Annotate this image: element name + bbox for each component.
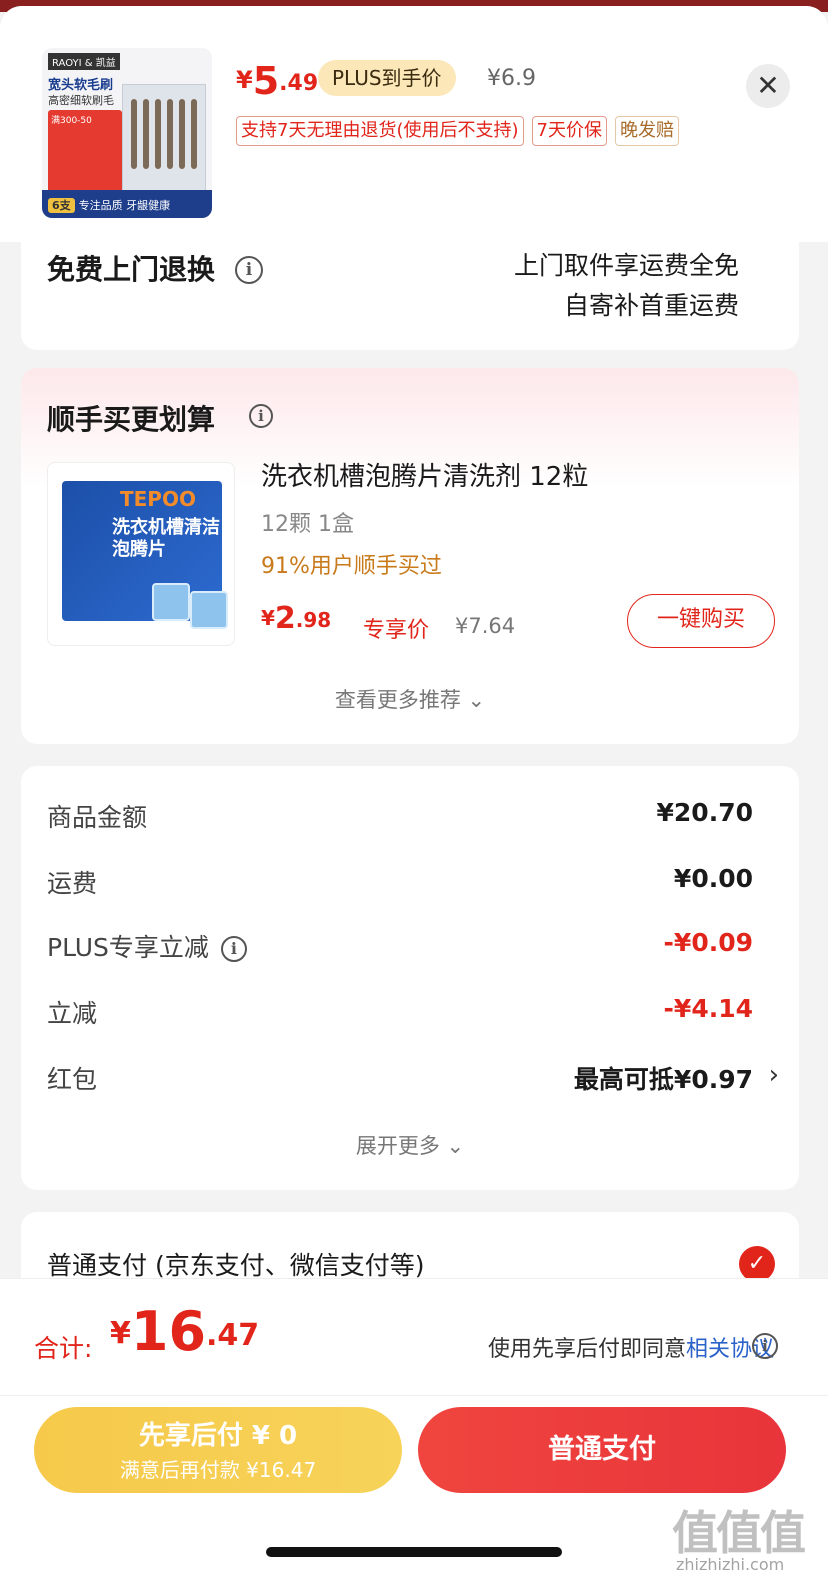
home-indicator[interactable] — [266, 1547, 562, 1557]
addon-recommendation-card: 顺手买更划算 i TEPOO 洗衣机槽清洁泡腾片 洗衣机槽泡腾片清洗剂 12粒 … — [21, 368, 799, 744]
addon-product-name[interactable]: 洗衣机槽泡腾片清洗剂 12粒 — [261, 456, 588, 493]
close-icon: ✕ — [756, 69, 780, 102]
bnpl-line2: 满意后再付款 ¥16.47 — [119, 1458, 317, 1482]
brush-shape — [155, 99, 161, 169]
thumb-bottom-bar: 6支 专注品质 牙龈健康 — [42, 190, 212, 218]
brush-shape — [167, 99, 173, 169]
summary-row-goods-amount: 商品金额 ¥20.70 — [47, 798, 773, 838]
summary-value: ¥0.00 — [673, 864, 753, 893]
addon-logo: TEPOO — [120, 487, 196, 511]
original-price: ¥6.9 — [487, 66, 536, 91]
summary-label-wrap: PLUS专享立减 i — [47, 928, 247, 964]
addon-price-decimal: .98 — [295, 608, 332, 632]
more-recommendations-link[interactable]: 查看更多推荐 ⌄ — [21, 684, 799, 714]
return-service-line2: 自寄补首重运费 — [563, 291, 739, 320]
tablet-shape — [152, 583, 190, 621]
price-summary-card: 商品金额 ¥20.70 运费 ¥0.00 PLUS专享立减 i -¥0.09 立减… — [21, 766, 799, 1190]
total-decimal: .47 — [206, 1318, 260, 1353]
thumb-brand: RAOYI & 凯益 — [48, 53, 120, 70]
return-service-card[interactable]: 免费上门退换 i 上门取件享运费全免 自寄补首重运费 — [21, 236, 799, 350]
addon-title: 顺手买更划算 — [47, 403, 216, 436]
summary-row-discount: 立减 -¥4.14 — [47, 994, 773, 1034]
normal-pay-button[interactable]: 普通支付 — [418, 1407, 786, 1493]
agreement-prefix: 使用先享后付即同意 — [487, 1337, 686, 1362]
summary-value: 最高可抵¥0.97 — [573, 1065, 753, 1094]
watermark-url: zhizhizhi.com — [676, 1555, 785, 1574]
price-decimal: .49 — [279, 71, 319, 96]
addon-price: ¥ 2 .98 — [261, 604, 331, 634]
total-currency: ¥ — [110, 1316, 131, 1351]
addon-buyers-rate: 91%用户顺手买过 — [261, 554, 442, 579]
payment-method-label: 普通支付 (京东支付、微信支付等) — [47, 1251, 425, 1280]
info-icon[interactable]: i — [752, 1333, 778, 1359]
price-currency: ¥ — [236, 66, 253, 94]
bnpl-line1: 先享后付 ¥ 0 — [138, 1421, 298, 1451]
addon-price-currency: ¥ — [261, 606, 275, 630]
summary-label: PLUS专享立减 — [47, 933, 209, 962]
summary-label: 红包 — [47, 1065, 98, 1094]
checkmark-icon[interactable]: ✓ — [739, 1246, 775, 1282]
service-tag-late-compensation: 晚发赔 — [614, 116, 679, 146]
divider — [0, 1395, 828, 1396]
brush-shape — [191, 99, 197, 169]
checkout-sheet: RAOYI & 凯益 宽头软毛刷 高密细软刷毛 满300-50 6支 专注品质 牙… — [0, 6, 828, 1584]
agreement-text: 使用先享后付即同意相关协议 — [488, 1331, 774, 1363]
tablet-shape — [190, 591, 228, 629]
product-thumbnail[interactable]: RAOYI & 凯益 宽头软毛刷 高密细软刷毛 满300-50 6支 专注品质 牙… — [42, 48, 212, 218]
thumb-subtitle: 高密细软刷毛 — [48, 94, 114, 107]
chevron-right-icon: › — [768, 1060, 779, 1090]
summary-label: 立减 — [47, 999, 98, 1028]
summary-label: 商品金额 — [47, 803, 148, 832]
summary-value: ¥20.70 — [656, 798, 753, 827]
summary-label: 运费 — [47, 869, 98, 898]
thumb-promo: 满300-50 — [51, 116, 92, 126]
brush-shape — [143, 99, 149, 169]
summary-row-plus-discount: PLUS专享立减 i -¥0.09 — [47, 928, 773, 968]
thumb-slogan: 专注品质 牙龈健康 — [78, 199, 171, 212]
return-service-title: 免费上门退换 — [47, 253, 216, 286]
return-service-line1: 上门取件享运费全免 — [513, 251, 739, 280]
summary-value: -¥0.09 — [663, 928, 753, 957]
thumb-count: 6支 — [48, 198, 75, 213]
total-amount: ¥ 16 .47 — [110, 1305, 259, 1359]
one-click-buy-button[interactable]: 一键购买 — [627, 594, 775, 648]
service-tags: 支持7天无理由退货(使用后不支持) 7天价保 晚发赔 — [236, 116, 679, 146]
checkout-footer: 合计: ¥ 16 .47 使用先享后付即同意相关协议 i 先享后付 ¥ 0 满意… — [0, 1278, 828, 1584]
info-icon[interactable]: i — [249, 404, 273, 428]
thumb-promo-panel: 满300-50 — [48, 110, 122, 196]
product-header: RAOYI & 凯益 宽头软毛刷 高密细软刷毛 满300-50 6支 专注品质 牙… — [0, 6, 828, 242]
expand-more-link[interactable]: 展开更多 ⌄ — [21, 1130, 799, 1160]
brush-shape — [179, 99, 185, 169]
watermark-logo: 值值值 — [672, 1506, 806, 1560]
info-icon[interactable]: i — [220, 936, 247, 962]
addon-spec: 12颗 1盒 — [261, 512, 354, 537]
close-button[interactable]: ✕ — [746, 64, 790, 108]
thumb-title: 宽头软毛刷 — [48, 78, 114, 93]
addon-price-integer: 2 — [274, 601, 296, 636]
buy-now-pay-later-button[interactable]: 先享后付 ¥ 0 满意后再付款 ¥16.47 — [34, 1407, 402, 1493]
plus-price-tag: PLUS到手价 — [318, 60, 456, 96]
service-tag-return: 支持7天无理由退货(使用后不支持) — [236, 116, 524, 146]
addon-product-image[interactable]: TEPOO 洗衣机槽清洁泡腾片 — [47, 462, 235, 646]
brush-shape — [131, 99, 137, 169]
total-integer: 16 — [130, 1300, 207, 1363]
addon-box-text: 洗衣机槽清洁泡腾片 — [112, 517, 220, 560]
total-label: 合计: — [34, 1334, 93, 1363]
summary-row-shipping: 运费 ¥0.00 — [47, 864, 773, 904]
service-tag-price-protect: 7天价保 — [531, 116, 607, 146]
addon-original-price: ¥7.64 — [455, 614, 516, 638]
thumb-brush-pack — [122, 84, 206, 200]
summary-row-red-packet[interactable]: 红包 最高可抵¥0.97 › — [47, 1060, 779, 1100]
info-icon[interactable]: i — [235, 256, 263, 284]
addon-exclusive-label: 专享价 — [363, 618, 430, 643]
summary-value: -¥4.14 — [663, 994, 753, 1023]
price-integer: 5 — [252, 59, 280, 103]
product-price: ¥ 5 .49 — [236, 56, 318, 100]
